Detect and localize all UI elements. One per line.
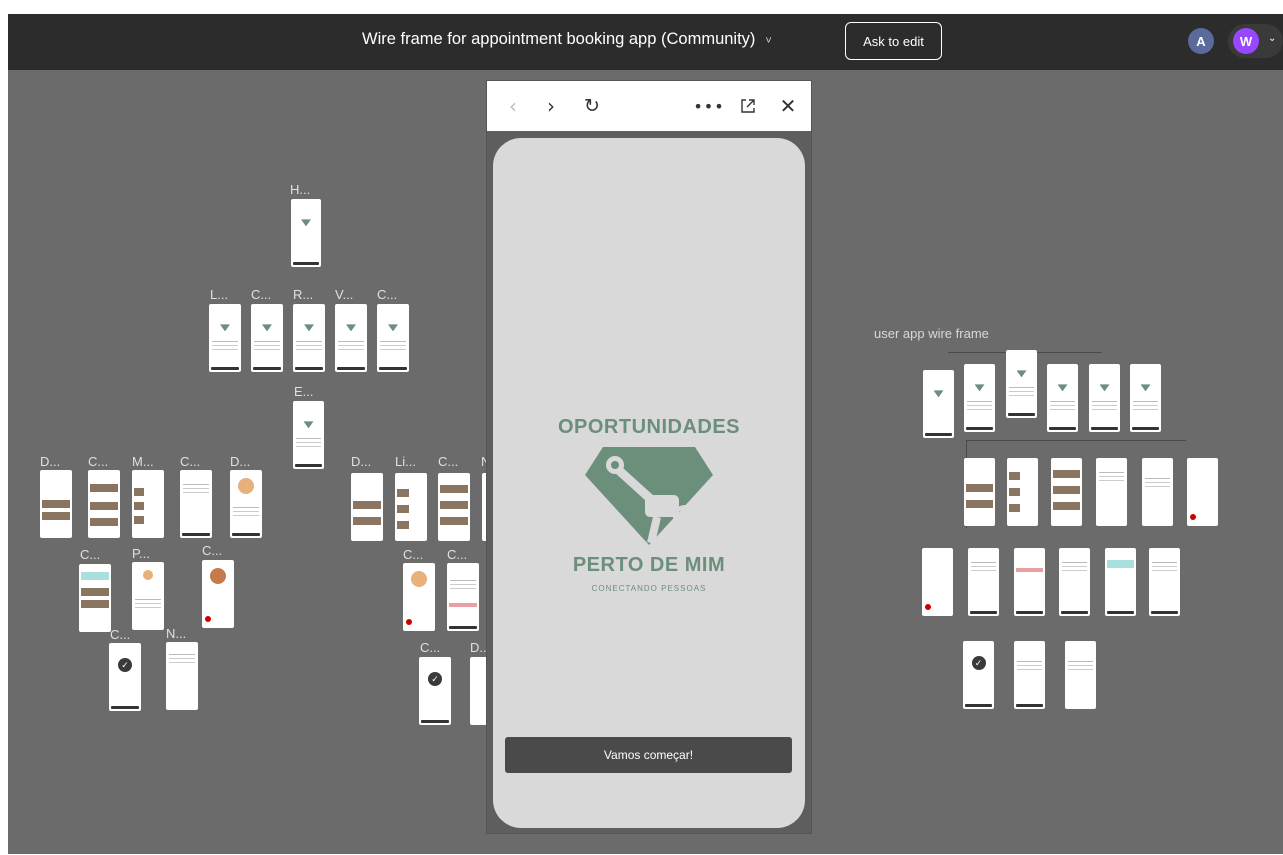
- frame-thumbnail[interactable]: [180, 470, 212, 538]
- frame-thumbnail[interactable]: [351, 473, 383, 541]
- frame-label: C...: [88, 454, 109, 469]
- brand-title-top: OPORTUNIDADES: [557, 416, 741, 438]
- frame-thumbnail[interactable]: ✓: [963, 641, 994, 709]
- frame-label: E...: [294, 384, 314, 399]
- frame-thumbnail[interactable]: [79, 564, 111, 632]
- frame-label: D...: [230, 454, 251, 469]
- frame-label: V...: [335, 287, 354, 302]
- frame-thumbnail[interactable]: [132, 470, 164, 538]
- frame-thumbnail[interactable]: [209, 304, 241, 372]
- open-in-new-icon[interactable]: [737, 81, 759, 131]
- frame-label: H...: [290, 182, 311, 197]
- frame-thumbnail[interactable]: [335, 304, 367, 372]
- frame-label: R...: [293, 287, 314, 302]
- phone-screen: OPORTUNIDADES PERTO DE MIM CONECTANDO PE…: [493, 138, 805, 828]
- forward-icon[interactable]: ›: [541, 81, 561, 131]
- frame-thumbnail[interactable]: ✓: [419, 657, 451, 725]
- chevron-down-icon[interactable]: ˅: [765, 35, 771, 47]
- brand-title-bottom: PERTO DE MIM: [572, 554, 726, 576]
- prototype-preview: ‹ › ↻ ••• ✕ OPORTUNIDADES PERTO DE MIM C…: [487, 81, 811, 833]
- frame-thumbnail[interactable]: [291, 199, 321, 267]
- avatar-current-user[interactable]: W: [1233, 28, 1259, 54]
- flow-connector: [966, 440, 1186, 441]
- back-icon[interactable]: ‹: [503, 81, 523, 131]
- frame-label: N...: [166, 626, 187, 641]
- frame-thumbnail[interactable]: [40, 470, 72, 538]
- frame-label: C...: [202, 543, 223, 558]
- file-title-text[interactable]: Wire frame for appointment booking app (…: [362, 30, 755, 48]
- frame-thumbnail[interactable]: [1149, 548, 1180, 616]
- avatar[interactable]: A: [1188, 28, 1214, 54]
- frame-thumbnail[interactable]: [1142, 458, 1173, 526]
- frame-thumbnail[interactable]: [166, 642, 198, 710]
- frame-thumbnail[interactable]: [1065, 641, 1096, 709]
- frame-label: C...: [420, 640, 441, 655]
- frame-label: P...: [132, 546, 150, 561]
- frame-thumbnail[interactable]: [1014, 641, 1045, 709]
- design-canvas[interactable]: H... L... C... R... V... C... E... D... …: [8, 70, 1283, 854]
- frame-thumbnail[interactable]: [88, 470, 120, 538]
- preview-toolbar: ‹ › ↻ ••• ✕: [487, 81, 811, 131]
- frame-label: L...: [210, 287, 229, 302]
- frame-thumbnail[interactable]: [1130, 364, 1161, 432]
- frame-thumbnail[interactable]: [964, 364, 995, 432]
- frame-thumbnail[interactable]: [923, 370, 954, 438]
- frame-thumbnail[interactable]: [1014, 548, 1045, 616]
- frame-label: D...: [40, 454, 61, 469]
- frame-thumbnail[interactable]: [1096, 458, 1127, 526]
- frame-thumbnail[interactable]: [395, 473, 427, 541]
- more-options-icon[interactable]: •••: [693, 81, 723, 131]
- start-button[interactable]: Vamos começar!: [505, 737, 792, 773]
- ask-to-edit-button[interactable]: Ask to edit: [845, 22, 942, 60]
- frame-thumbnail[interactable]: [1051, 458, 1082, 526]
- frame-thumbnail[interactable]: [1059, 548, 1090, 616]
- frame-thumbnail[interactable]: [438, 473, 470, 541]
- file-title[interactable]: Wire frame for appointment booking app (…: [362, 30, 772, 49]
- frame-thumbnail[interactable]: [447, 563, 479, 631]
- frame-thumbnail[interactable]: [202, 560, 234, 628]
- frame-label: M...: [132, 454, 154, 469]
- frame-thumbnail[interactable]: [251, 304, 283, 372]
- frame-label: C...: [447, 547, 468, 562]
- frame-thumbnail[interactable]: ✓: [109, 643, 141, 711]
- chevron-down-icon[interactable]: ⌄: [1268, 33, 1276, 44]
- frame-thumbnail[interactable]: [1047, 364, 1078, 432]
- frame-thumbnail[interactable]: [964, 458, 995, 526]
- frame-thumbnail[interactable]: [293, 304, 325, 372]
- restart-icon[interactable]: ↻: [581, 81, 603, 131]
- frame-thumbnail[interactable]: [1007, 458, 1038, 526]
- frame-thumbnail[interactable]: [293, 401, 324, 469]
- frame-thumbnail[interactable]: [922, 548, 953, 616]
- frame-label: D...: [351, 454, 372, 469]
- frame-label: C...: [80, 547, 101, 562]
- frame-thumbnail[interactable]: [1105, 548, 1136, 616]
- frame-label: C...: [403, 547, 424, 562]
- frame-label: C...: [438, 454, 459, 469]
- frame-label: C...: [180, 454, 201, 469]
- frame-thumbnail[interactable]: [1187, 458, 1218, 526]
- close-icon[interactable]: ✕: [777, 81, 799, 131]
- frame-label: C...: [377, 287, 398, 302]
- wrench-fist-logo-icon: [585, 447, 713, 545]
- section-label: user app wire frame: [874, 326, 989, 341]
- frame-thumbnail[interactable]: [132, 562, 164, 630]
- frame-thumbnail[interactable]: [1006, 350, 1037, 418]
- frame-thumbnail[interactable]: [1089, 364, 1120, 432]
- frame-label: Li...: [395, 454, 416, 469]
- frame-thumbnail[interactable]: [230, 470, 262, 538]
- brand-tagline: CONECTANDO PESSOAS: [591, 584, 707, 593]
- frame-label: C...: [110, 627, 131, 642]
- frame-thumbnail[interactable]: [403, 563, 435, 631]
- frame-thumbnail[interactable]: [968, 548, 999, 616]
- frame-thumbnail[interactable]: [377, 304, 409, 372]
- frame-label: C...: [251, 287, 272, 302]
